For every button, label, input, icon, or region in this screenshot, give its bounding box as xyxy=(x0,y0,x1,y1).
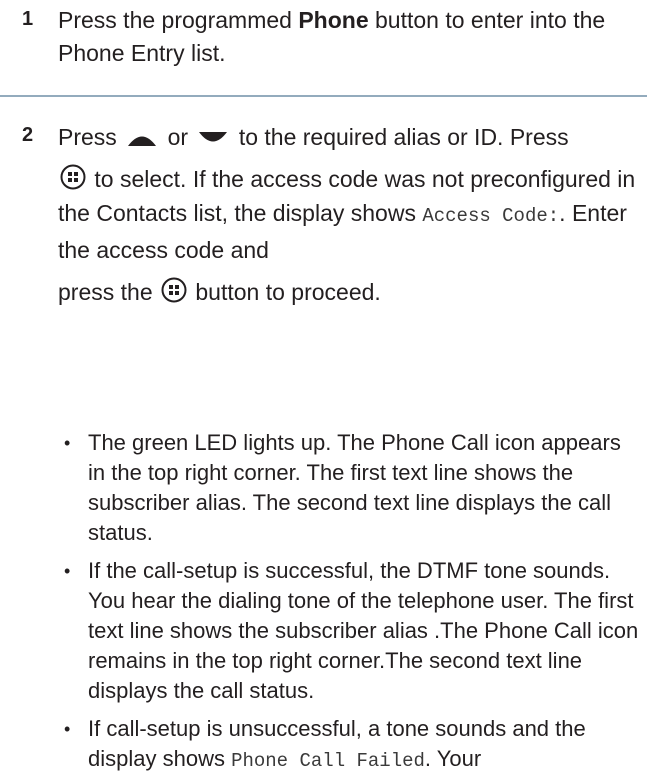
step-body: Press or to the required alias or ID. Pr… xyxy=(58,120,638,309)
down-arrow-icon xyxy=(199,131,228,142)
step-line: Press or to the required alias or ID. Pr… xyxy=(58,120,638,154)
after-arrows-text: to the required alias or ID. Press xyxy=(238,124,569,150)
bullet-text-after: . Your xyxy=(424,746,482,771)
menu-ok-icon xyxy=(60,164,86,190)
text-before: Press the programmed xyxy=(58,7,299,33)
bullet-text: If the call-setup is successful, the DTM… xyxy=(88,558,639,703)
bullet-text: The green LED lights up. The Phone Call … xyxy=(88,430,621,545)
proceed-text: button to proceed. xyxy=(195,279,381,305)
step-line: press the button to proceed. xyxy=(58,275,638,309)
step-divider xyxy=(0,95,647,97)
step-text: Press the programmed Phone button to ent… xyxy=(58,4,638,70)
list-item: • If call-setup is unsuccessful, a tone s… xyxy=(58,714,643,776)
press-text: Press xyxy=(58,124,117,150)
or-text: or xyxy=(167,124,189,150)
press-the-text: press the xyxy=(58,279,153,305)
list-item: • If the call-setup is successful, the DT… xyxy=(58,556,643,706)
step-number: 1 xyxy=(22,8,34,30)
bullet-dot-icon: • xyxy=(64,433,71,453)
step-number: 2 xyxy=(22,124,34,146)
phone-button-name: Phone xyxy=(298,7,369,33)
step-line: to select. If the access code was not pr… xyxy=(58,162,638,267)
bullet-dot-icon: • xyxy=(64,719,71,739)
step-body: Press the programmed Phone button to ent… xyxy=(58,4,638,70)
menu-ok-icon xyxy=(161,277,187,303)
phone-call-failed-display: Phone Call Failed xyxy=(231,750,425,772)
bullet-dot-icon: • xyxy=(64,561,71,581)
access-code-display: Access Code: xyxy=(422,205,560,227)
list-item: • The green LED lights up. The Phone Call… xyxy=(58,428,643,548)
up-arrow-icon xyxy=(128,136,157,146)
result-bullet-list: • The green LED lights up. The Phone Call… xyxy=(58,428,643,784)
